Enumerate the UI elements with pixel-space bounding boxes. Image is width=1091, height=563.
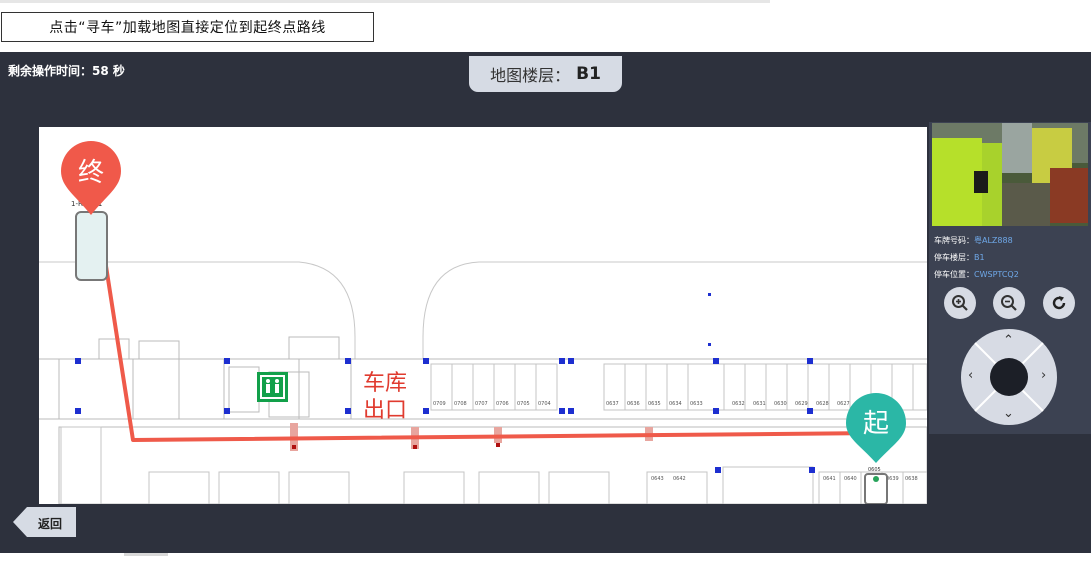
svg-text:0640: 0640 xyxy=(844,476,857,482)
spot-number-label: 0635 xyxy=(648,401,661,407)
spot-value: CWSPTCQ2 xyxy=(974,270,1019,279)
dpad-center xyxy=(990,358,1028,396)
floor-label: 地图楼层： xyxy=(490,66,571,85)
parking-map[interactable]: 0709 0708 0707 0706 0705 0704 0637 0636 0635 0634… xyxy=(39,127,927,504)
spot-number-label: 0636 xyxy=(627,401,640,407)
zoom-in-icon xyxy=(952,295,968,311)
spot-number-label: 0630 xyxy=(774,401,787,407)
floor-row: 停车楼层：B1 xyxy=(934,249,1019,266)
svg-text:0641: 0641 xyxy=(823,476,836,482)
spot-number-label: 0704 xyxy=(538,401,551,407)
svg-text:终: 终 xyxy=(78,158,104,188)
svg-text:起: 起 xyxy=(863,409,889,439)
reset-rotate-button[interactable] xyxy=(1043,287,1075,319)
spot-number-label: 0705 xyxy=(517,401,530,407)
spot-number-label: 0627 xyxy=(837,401,850,407)
countdown-label: 剩余操作时间： xyxy=(8,64,93,78)
spot-number-label: 0628 xyxy=(816,401,829,407)
pan-up-button[interactable]: ⌃ xyxy=(1003,334,1014,347)
direction-pad[interactable]: ⌃ ⌄ ‹ › xyxy=(961,329,1057,425)
map-canvas: 0709 0708 0707 0706 0705 0704 0637 0636 0635 0634… xyxy=(39,141,927,504)
kiosk-screen: 剩余操作时间：58 秒 地图楼层： B1 0709 0708 0707 0706… xyxy=(0,52,1091,553)
zoom-out-icon xyxy=(1001,295,1017,311)
instruction-caption: 点击“寻车”加载地图直接定位到起终点路线 xyxy=(1,12,374,42)
pillars xyxy=(75,293,815,473)
vehicle-camera-image xyxy=(932,123,1088,226)
end-marker: 终 xyxy=(61,141,121,215)
pan-down-button[interactable]: ⌄ xyxy=(1003,407,1014,420)
pan-left-button[interactable]: ‹ xyxy=(968,369,973,382)
spot-row: 停车位置：CWSPTCQ2 xyxy=(934,266,1019,283)
zoom-in-button[interactable] xyxy=(944,287,976,319)
countdown-value: 58 秒 xyxy=(92,64,125,78)
back-button[interactable]: 返回 xyxy=(13,507,76,537)
spot-number-label: 0637 xyxy=(606,401,619,407)
exit-label-line2: 出口 xyxy=(363,398,407,423)
vehicle-floor-value: B1 xyxy=(974,253,985,262)
route-line xyxy=(92,264,880,442)
upper-spot-labels: 0709 0708 0707 0706 0705 0704 0637 0636 0635 0634… xyxy=(433,401,871,407)
end-parking-spot xyxy=(75,211,108,281)
top-divider xyxy=(0,0,770,3)
elevator-icon xyxy=(257,372,288,402)
spot-number-label: 0709 xyxy=(433,401,446,407)
pan-right-button[interactable]: › xyxy=(1041,369,1046,382)
plate-label: 车牌号码： xyxy=(934,236,974,245)
vehicle-panel: 车牌号码：粤ALZ888 停车楼层：B1 停车位置：CWSPTCQ2 ⌃ ⌄ ‹… xyxy=(929,122,1091,434)
spot-number-label: 0707 xyxy=(475,401,488,407)
start-spot-label: 0605 xyxy=(868,467,881,473)
spot-number-label: 0632 xyxy=(732,401,745,407)
vehicle-info: 车牌号码：粤ALZ888 停车楼层：B1 停车位置：CWSPTCQ2 xyxy=(934,232,1019,283)
start-marker: 起 xyxy=(846,393,906,463)
spot-number-label: 0634 xyxy=(669,401,682,407)
bottom-divider xyxy=(124,553,168,556)
countdown-timer: 剩余操作时间：58 秒 xyxy=(8,62,125,79)
spot-number-label: 0629 xyxy=(795,401,808,407)
floor-value: B1 xyxy=(576,64,601,84)
rotate-icon xyxy=(1052,296,1066,310)
zoom-out-button[interactable] xyxy=(993,287,1025,319)
back-label: 返回 xyxy=(38,517,63,531)
spot-label: 停车位置： xyxy=(934,270,974,279)
exit-label-line1: 车库 xyxy=(363,371,407,396)
vehicle-floor-label: 停车楼层： xyxy=(934,253,974,262)
spot-number-label: 0708 xyxy=(454,401,467,407)
spot-number-label: 0706 xyxy=(496,401,509,407)
floor-selector[interactable]: 地图楼层： B1 xyxy=(469,56,622,92)
spot-number-label: 0631 xyxy=(753,401,766,407)
spot-number-label: 0633 xyxy=(690,401,703,407)
svg-text:0642: 0642 xyxy=(673,476,686,482)
plate-row: 车牌号码：粤ALZ888 xyxy=(934,232,1019,249)
plate-value: 粤ALZ888 xyxy=(974,236,1013,245)
svg-text:0643: 0643 xyxy=(651,476,664,482)
svg-text:0638: 0638 xyxy=(905,476,918,482)
